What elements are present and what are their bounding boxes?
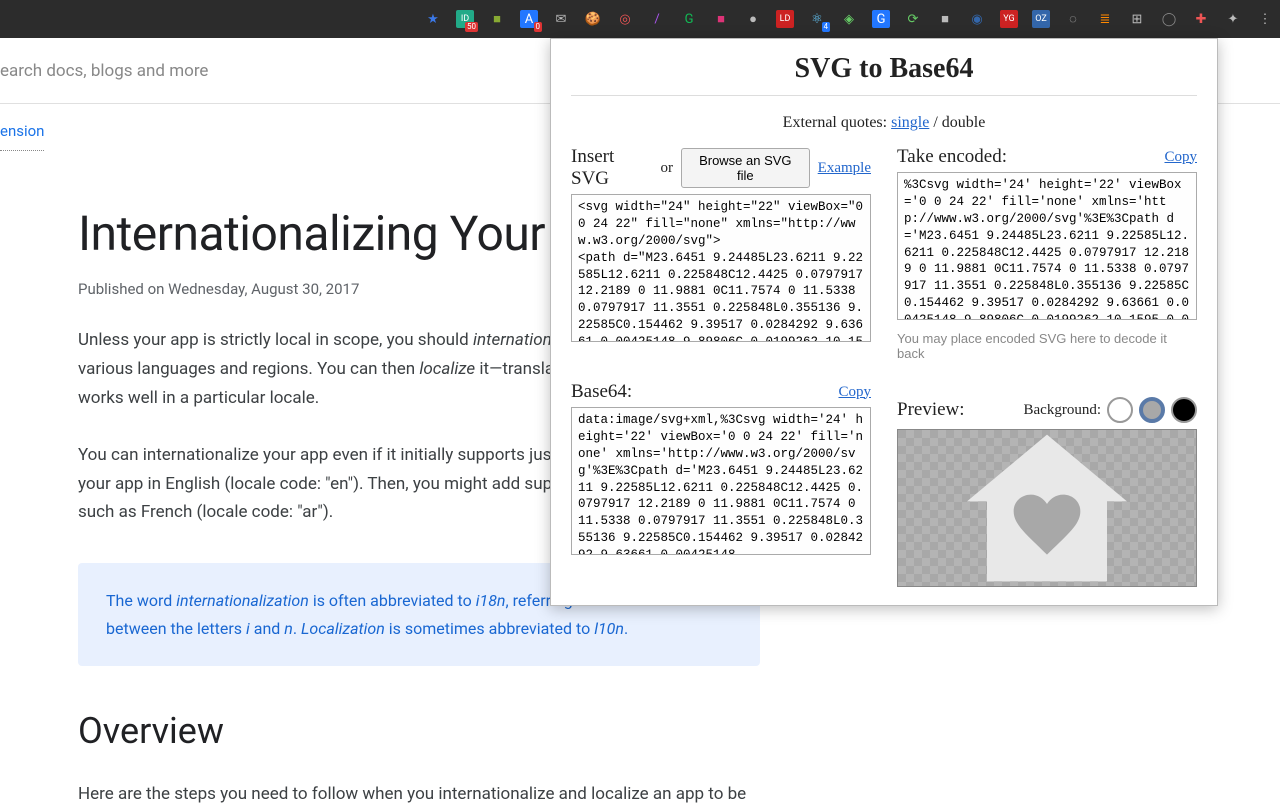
ext-icon[interactable]: /: [648, 10, 666, 28]
insert-svg-label: Insert SVG: [571, 146, 652, 190]
ext-icon[interactable]: ID50: [456, 10, 474, 28]
quotes-single-link[interactable]: single: [891, 114, 929, 131]
copy-base64-link[interactable]: Copy: [838, 384, 871, 401]
ext-icon[interactable]: ◉: [968, 10, 986, 28]
background-label: Background:: [1024, 402, 1101, 419]
cookie-icon[interactable]: 🍪: [584, 10, 602, 28]
encoded-column: Take encoded: Copy You may place encoded…: [897, 146, 1197, 361]
house-heart-icon: [967, 434, 1127, 582]
sync-icon[interactable]: ⟳: [904, 10, 922, 28]
ext-icon[interactable]: OZ: [1032, 10, 1050, 28]
react-icon[interactable]: ⚛4: [808, 10, 826, 28]
example-link[interactable]: Example: [818, 160, 871, 177]
popup-title: SVG to Base64: [571, 53, 1197, 96]
preview-column: Preview: Background:: [897, 375, 1197, 587]
preview-label: Preview:: [897, 399, 965, 421]
base64-label: Base64:: [571, 381, 632, 403]
browser-toolbar: ★ ID50 ■ A0 ✉ 🍪 ◎ / G ■ ● LD ⚛4 ◈ G ⟳ ■ …: [0, 0, 1280, 38]
grammarly-icon[interactable]: G: [680, 10, 698, 28]
external-quotes-row: External quotes: single / double: [571, 114, 1197, 132]
copy-encoded-link[interactable]: Copy: [1164, 149, 1197, 166]
bg-swatch-white[interactable]: [1107, 397, 1133, 423]
ext-icon[interactable]: ◎: [616, 10, 634, 28]
base64-textarea[interactable]: [571, 407, 871, 555]
decode-hint: You may place encoded SVG here to decode…: [897, 331, 1197, 361]
bookmark-star-icon[interactable]: ★: [424, 10, 442, 28]
ext-icon[interactable]: YG: [1000, 10, 1018, 28]
paragraph: Here are the steps you need to follow wh…: [78, 780, 760, 809]
base64-column: Base64: Copy: [571, 375, 871, 587]
ext-icon[interactable]: ●: [744, 10, 762, 28]
ext-icon[interactable]: ■: [936, 10, 954, 28]
ext-icon[interactable]: A0: [520, 10, 538, 28]
encoded-textarea[interactable]: [897, 172, 1197, 320]
svg-base64-ext-icon[interactable]: ◯: [1160, 10, 1178, 28]
take-encoded-label: Take encoded:: [897, 146, 1007, 168]
bg-swatch-gray[interactable]: [1139, 397, 1165, 423]
extensions-puzzle-icon[interactable]: ✦: [1224, 10, 1242, 28]
preview-box: [897, 429, 1197, 587]
search-input[interactable]: earch docs, blogs and more: [0, 61, 208, 81]
ext-icon[interactable]: ■: [488, 10, 506, 28]
ext-icon[interactable]: ■: [712, 10, 730, 28]
more-icon[interactable]: ⋮: [1256, 10, 1274, 28]
ext-icon[interactable]: ◌: [1064, 10, 1082, 28]
svg-input-textarea[interactable]: [571, 194, 871, 342]
stackoverflow-icon[interactable]: ≣: [1096, 10, 1114, 28]
bg-swatch-black[interactable]: [1171, 397, 1197, 423]
mail-icon[interactable]: ✉: [552, 10, 570, 28]
section-heading: Overview: [78, 710, 760, 752]
svg-base64-popup: SVG to Base64 External quotes: single / …: [550, 38, 1218, 606]
quotes-double-label[interactable]: double: [942, 114, 986, 131]
google-icon[interactable]: G: [872, 10, 890, 28]
back-link[interactable]: ension: [0, 104, 44, 151]
ext-icon[interactable]: ✚: [1192, 10, 1210, 28]
ext-icon[interactable]: ⊞: [1128, 10, 1146, 28]
browse-svg-button[interactable]: Browse an SVG file: [681, 148, 810, 188]
insert-svg-column: Insert SVG or Browse an SVG file Example: [571, 146, 871, 361]
ext-icon[interactable]: LD: [776, 10, 794, 28]
ext-icon[interactable]: ◈: [840, 10, 858, 28]
